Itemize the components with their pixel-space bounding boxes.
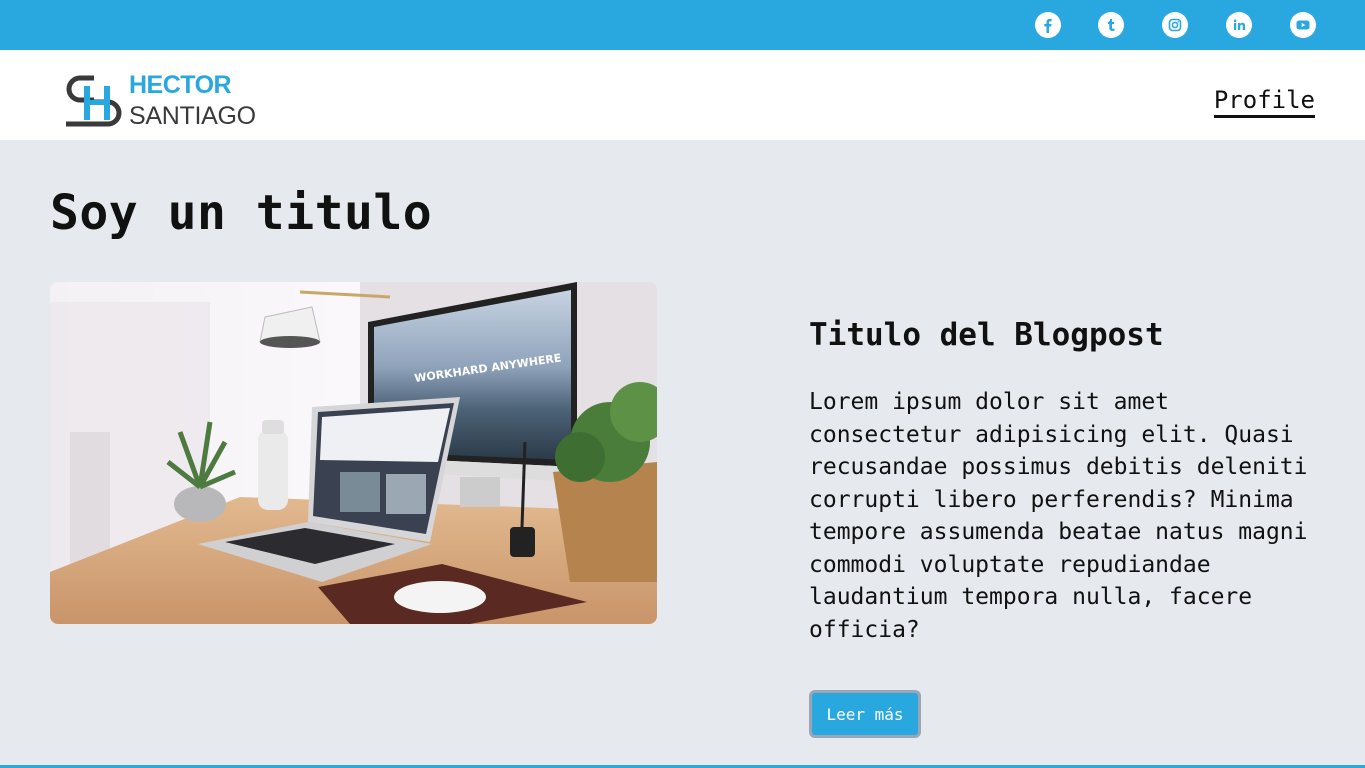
blogpost-excerpt: Lorem ipsum dolor sit amet consectetur a… bbox=[809, 389, 1308, 643]
linkedin-icon[interactable] bbox=[1226, 12, 1252, 38]
nav-profile-link[interactable]: Profile bbox=[1213, 85, 1315, 118]
page-title: Soy un titulo bbox=[50, 185, 433, 241]
site-logo[interactable]: HECTOR SANTIAGO bbox=[64, 70, 264, 130]
social-topbar bbox=[0, 0, 1365, 50]
tumblr-icon[interactable] bbox=[1098, 12, 1124, 38]
youtube-icon[interactable] bbox=[1290, 12, 1316, 38]
logo-last-name: SANTIAGO bbox=[129, 102, 256, 130]
hs-logo-mark bbox=[66, 75, 122, 127]
blogpost-title: Titulo del Blogpost bbox=[809, 317, 1164, 353]
site-header: HECTOR SANTIAGO bbox=[0, 50, 1365, 140]
facebook-icon[interactable] bbox=[1035, 12, 1061, 38]
blogpost-image: WORKHARD ANYWHERE bbox=[50, 282, 657, 624]
read-more-button[interactable]: Leer más bbox=[809, 690, 921, 738]
instagram-icon[interactable] bbox=[1162, 12, 1188, 38]
logo-first-name: HECTOR bbox=[129, 71, 232, 99]
